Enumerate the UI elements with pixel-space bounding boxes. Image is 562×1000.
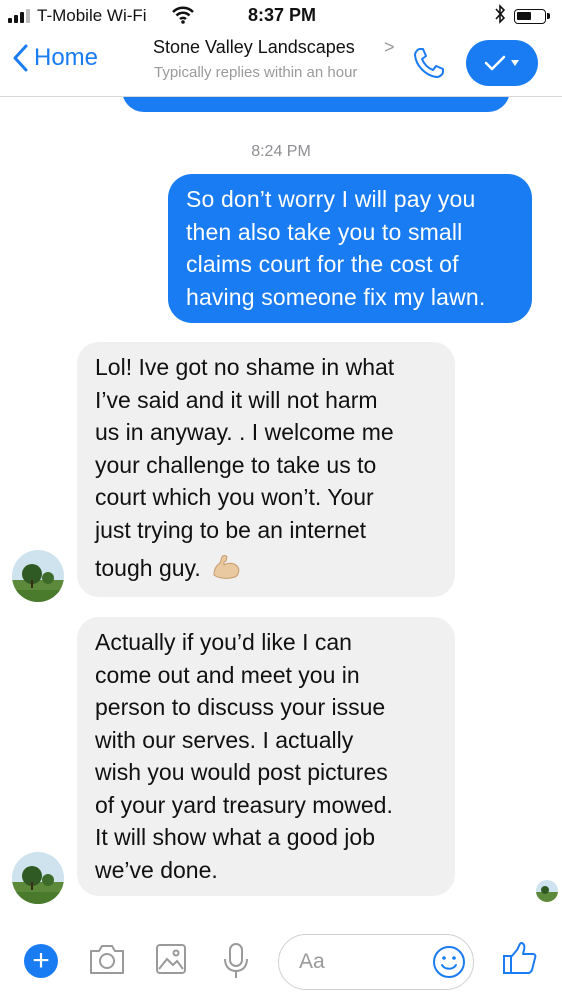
- microphone-icon: [224, 943, 248, 978]
- phone-icon: [414, 48, 444, 78]
- message-line: It will show what a good job: [95, 824, 375, 850]
- message-line: Lol! Ive got no shame in what: [95, 354, 395, 380]
- read-receipt-avatar: [536, 880, 558, 902]
- message-thread[interactable]: 8:24 PM So don’t worry I will pay you th…: [0, 97, 562, 927]
- caret-down-icon: [511, 60, 519, 66]
- message-line: wish you would post pictures: [95, 759, 388, 785]
- battery-icon: [514, 9, 550, 24]
- back-label: Home: [34, 44, 99, 71]
- message-line-with-emoji: tough guy.: [95, 552, 437, 587]
- message-line: court which you won’t. Your: [95, 484, 374, 510]
- message-line: we’ve done.: [95, 856, 218, 883]
- message-line: us in anyway. . I welcome me: [95, 419, 394, 445]
- message-line: having someone fix my lawn.: [186, 283, 486, 310]
- message-line: tough guy.: [95, 555, 201, 581]
- message-line: with our serves. I actually: [95, 726, 354, 753]
- message-line: I’ve said and it will not harm: [95, 386, 378, 413]
- chevron-right-icon[interactable]: >: [384, 37, 395, 58]
- message-line: your challenge to take us to: [95, 451, 377, 478]
- signal-strength-icon: [8, 9, 30, 23]
- like-button[interactable]: [502, 940, 538, 981]
- sender-avatar[interactable]: [12, 852, 64, 904]
- camera-icon: [90, 945, 124, 974]
- camera-button[interactable]: [88, 942, 126, 981]
- previous-outgoing-message: [122, 97, 510, 112]
- message-input-placeholder: Aa: [299, 950, 325, 973]
- message-line: of your yard treasury mowed.: [95, 791, 393, 818]
- chevron-left-icon: [13, 44, 28, 72]
- page-title[interactable]: Stone Valley Landscapes: [153, 37, 355, 58]
- photo-button[interactable]: [154, 942, 188, 981]
- message-line: just trying to be an internet: [95, 516, 367, 543]
- message-composer: + Aa: [0, 930, 562, 1000]
- message-input[interactable]: Aa: [278, 934, 474, 990]
- message-line: come out and meet you in: [95, 661, 360, 688]
- wifi-icon: [172, 6, 194, 29]
- microphone-button[interactable]: [222, 942, 250, 985]
- reply-time-subtitle: Typically replies within an hour: [154, 64, 358, 81]
- sender-avatar[interactable]: [12, 550, 64, 602]
- carrier-label: T-Mobile Wi-Fi: [37, 6, 147, 25]
- smiley-icon: [433, 946, 465, 978]
- conversation-header: Home Stone Valley Landscapes > Typically…: [0, 32, 562, 97]
- emoji-button[interactable]: [431, 944, 467, 985]
- checkmark-icon: [484, 55, 506, 71]
- plus-icon: +: [32, 944, 50, 977]
- message-line: then also take you to small: [186, 218, 463, 245]
- thumbs-up-icon: [503, 942, 537, 974]
- flexed-biceps-emoji-icon: [211, 553, 241, 588]
- message-line: person to discuss your issue: [95, 694, 386, 720]
- bluetooth-icon: [494, 4, 506, 29]
- message-line: Actually if you’d like I can: [95, 629, 352, 655]
- incoming-message[interactable]: Lol! Ive got no shame in what I’ve said …: [77, 342, 455, 598]
- status-bar: T-Mobile Wi-Fi 8:37 PM: [0, 0, 562, 32]
- message-timestamp: 8:24 PM: [251, 143, 311, 160]
- outgoing-message[interactable]: So don’t worry I will pay you then also …: [168, 174, 532, 323]
- phone-call-button[interactable]: [412, 46, 446, 85]
- back-button[interactable]: Home: [12, 44, 98, 72]
- message-line: So don’t worry I will pay you: [186, 186, 476, 212]
- add-button[interactable]: +: [24, 944, 58, 978]
- action-menu-button[interactable]: [466, 40, 538, 86]
- incoming-message[interactable]: Actually if you’d like I can come out an…: [77, 617, 455, 896]
- message-line: claims court for the cost of: [186, 251, 459, 277]
- status-time: 8:37 PM: [248, 5, 317, 25]
- image-icon: [156, 944, 186, 974]
